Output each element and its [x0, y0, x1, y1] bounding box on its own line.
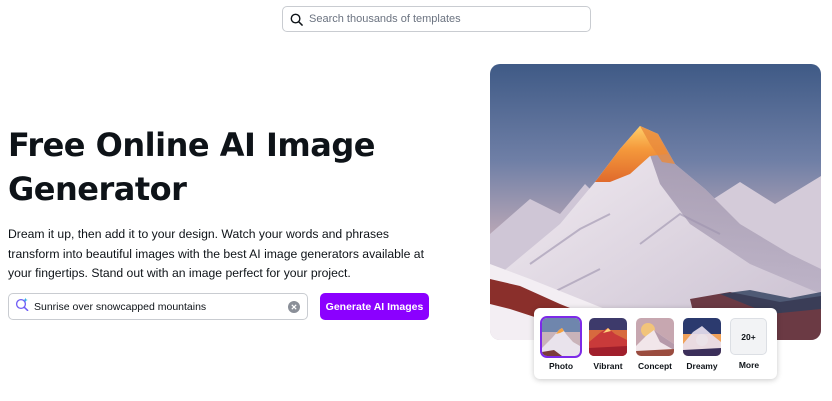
more-styles-badge: 20+: [730, 318, 767, 355]
photo-style-thumbnail: [540, 316, 582, 358]
style-label: Concept: [638, 361, 672, 371]
style-label: Vibrant: [593, 361, 623, 371]
clear-icon[interactable]: [288, 301, 300, 313]
style-label: Dreamy: [686, 361, 718, 371]
style-option-vibrant[interactable]: Vibrant: [589, 318, 627, 371]
style-option-concept[interactable]: Concept: [636, 318, 674, 371]
ai-sparkle-search-icon: [15, 297, 29, 316]
dreamy-style-thumbnail: [683, 318, 721, 356]
style-label: More: [738, 360, 760, 370]
hero-description: Dream it up, then add it to your design.…: [8, 227, 424, 280]
search-input[interactable]: [309, 13, 579, 25]
style-label: Photo: [548, 361, 574, 371]
prompt-field[interactable]: [8, 293, 308, 320]
style-option-more[interactable]: 20+ More: [730, 318, 768, 370]
style-option-dreamy[interactable]: Dreamy: [683, 318, 721, 371]
template-search-bar[interactable]: [282, 6, 591, 32]
style-option-photo[interactable]: Photo: [540, 316, 582, 371]
concept-style-thumbnail: [636, 318, 674, 356]
hero-mountain-image: [490, 64, 821, 340]
style-picker: Photo Vibrant Concept Dreamy 20+ More: [534, 308, 777, 379]
vibrant-style-thumbnail: [589, 318, 627, 356]
search-icon: [290, 13, 303, 26]
generate-ai-images-button[interactable]: Generate AI Images: [320, 293, 429, 320]
page-title: Free Online AI Image Generator: [8, 126, 375, 208]
prompt-input[interactable]: [34, 300, 284, 313]
